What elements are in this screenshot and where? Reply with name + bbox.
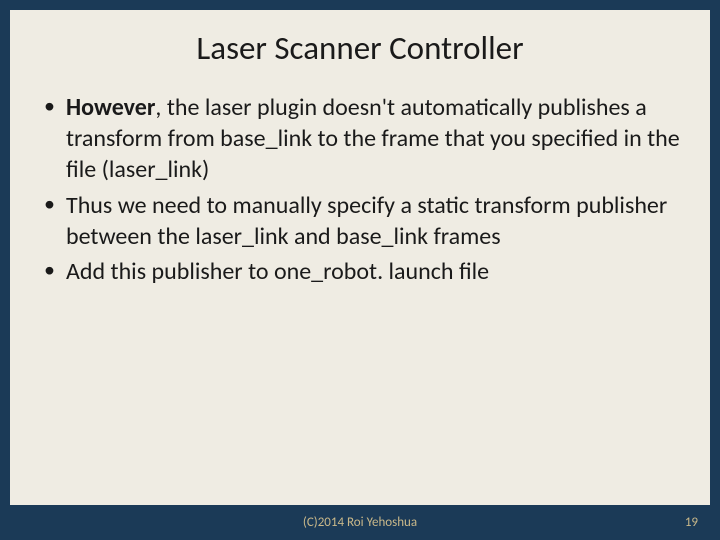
bullet-bold: However	[66, 93, 155, 122]
bullet-text: Add this publisher to one_robot. launch …	[66, 257, 489, 286]
bullet-text: , the laser plugin doesn't automatically…	[66, 93, 680, 184]
list-item: However, the laser plugin doesn't automa…	[40, 92, 680, 186]
slide-title: Laser Scanner Controller	[40, 28, 680, 68]
list-item: Thus we need to manually specify a stati…	[40, 190, 680, 252]
bullet-list: However, the laser plugin doesn't automa…	[40, 92, 680, 287]
list-item: Add this publisher to one_robot. launch …	[40, 256, 680, 287]
page-number: 19	[685, 515, 698, 530]
bullet-text: Thus we need to manually specify a stati…	[66, 191, 667, 251]
footer: (C)2014 Roi Yehoshua 19	[0, 505, 720, 540]
copyright-text: (C)2014 Roi Yehoshua	[303, 515, 417, 530]
slide-content: Laser Scanner Controller However, the la…	[10, 10, 710, 505]
